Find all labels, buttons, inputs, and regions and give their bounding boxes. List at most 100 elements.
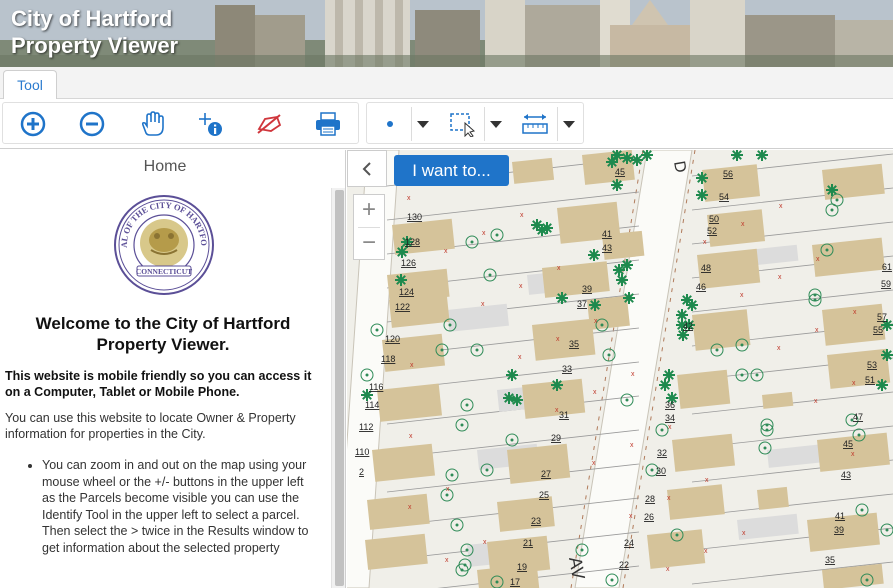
- boundary-mark: x: [518, 354, 522, 361]
- boundary-mark: x: [593, 389, 597, 396]
- boundary-mark: x: [668, 424, 672, 431]
- boundary-mark: x: [446, 486, 450, 493]
- marker-icon: [495, 233, 499, 237]
- marker-icon: [740, 373, 744, 377]
- boundary-mark: x: [814, 398, 818, 405]
- rectangle-select-button[interactable]: [444, 107, 480, 141]
- intro-bold-text: This website is mobile friendly so you c…: [5, 369, 312, 399]
- chevron-left-icon: [362, 161, 371, 176]
- marker-icon: [610, 578, 614, 582]
- city-seal-logo: SEAL OF THE CITY OF HARTFORD CONNECTICUT: [113, 194, 214, 295]
- marker-icon: [455, 523, 459, 527]
- parcel-number-label: 36: [665, 400, 675, 410]
- parcel-number-label: 50: [709, 214, 719, 224]
- point-select-button[interactable]: [372, 107, 408, 141]
- boundary-mark: x: [777, 345, 781, 352]
- parcel-number-label: 112: [359, 422, 373, 432]
- boundary-mark: x: [667, 495, 671, 502]
- parcel-number-label: 34: [665, 413, 675, 423]
- parcel-number-label: 45: [615, 167, 625, 177]
- toolbar-group-selection: [366, 102, 584, 144]
- building: [366, 493, 430, 530]
- parcel-number-label: 21: [523, 538, 533, 548]
- boundary-mark: x: [703, 239, 707, 246]
- intro-text: You can use this website to locate Owner…: [5, 411, 296, 441]
- map-view[interactable]: xxxxxxxxxxxxxxxxxxxxxxxxxxxxxxxxxxxxxxxx…: [347, 150, 893, 588]
- parcel-number-label: 33: [562, 364, 572, 374]
- marker-icon: [650, 468, 654, 472]
- marker-icon: [763, 446, 767, 450]
- boundary-mark: x: [483, 539, 487, 546]
- measure-icon: [522, 114, 548, 134]
- boundary-mark: x: [778, 274, 782, 281]
- boundary-mark: x: [410, 362, 414, 369]
- building: [757, 486, 789, 510]
- parcel-number-label: 31: [559, 410, 569, 420]
- parcel-number-label: 56: [723, 169, 733, 179]
- chevron-down-icon: [562, 121, 575, 128]
- parcel-number-label: 23: [531, 516, 541, 526]
- zoom-out-button[interactable]: [74, 107, 110, 141]
- marker-icon: [440, 348, 444, 352]
- marker-icon: [835, 198, 839, 202]
- zoom-in-button[interactable]: [15, 107, 51, 141]
- building: [532, 318, 596, 361]
- scrollbar-thumb[interactable]: [335, 190, 344, 586]
- zoom-in-icon: [20, 111, 46, 137]
- print-button[interactable]: [310, 107, 346, 141]
- marker-icon: [448, 323, 452, 327]
- point-select-dropdown-button[interactable]: [411, 107, 433, 141]
- list-item: You can zoom in and out on the map using…: [42, 457, 317, 556]
- building: [507, 443, 571, 484]
- rectangle-select-dropdown-button[interactable]: [484, 107, 506, 141]
- parcel-number-label: 59: [881, 279, 891, 289]
- boundary-mark: x: [853, 309, 857, 316]
- marker-icon: [465, 548, 469, 552]
- i-want-to-button[interactable]: I want to...: [394, 155, 509, 186]
- building: [377, 383, 443, 422]
- measure-button[interactable]: [517, 107, 553, 141]
- parcel-number-label: 46: [696, 282, 706, 292]
- map-zoom-in-button[interactable]: +: [354, 195, 384, 227]
- boundary-mark: x: [519, 283, 523, 290]
- boundary-mark: x: [741, 221, 745, 228]
- app-title: City of Hartford Property Viewer: [11, 5, 178, 59]
- parcel-number-label: 118: [381, 354, 395, 364]
- building: [372, 443, 436, 482]
- clear-graphics-button[interactable]: [251, 107, 287, 141]
- home-panel: Home SEAL OF THE CITY OF HARTFORD CONNEC…: [0, 150, 346, 588]
- pan-button[interactable]: [133, 107, 169, 141]
- building: [512, 157, 555, 184]
- boundary-mark: x: [742, 530, 746, 537]
- boundary-mark: x: [408, 504, 412, 511]
- parcel-number-label: 51: [865, 375, 875, 385]
- map-zoom-out-button[interactable]: −: [354, 228, 384, 260]
- boundary-mark: x: [482, 230, 486, 237]
- parcel-number-label: 19: [517, 562, 527, 572]
- measure-dropdown-button[interactable]: [557, 107, 579, 141]
- boundary-mark: x: [556, 336, 560, 343]
- parcel-number-label: 55: [873, 325, 883, 335]
- marker-icon: [825, 248, 829, 252]
- toolbar-group-navigation: [2, 102, 359, 144]
- parcel-number-label: 43: [841, 470, 851, 480]
- marker-icon: [488, 273, 492, 277]
- panel-heading: Home: [143, 158, 187, 175]
- parcel-number-label: 39: [582, 284, 592, 294]
- boundary-mark: x: [816, 256, 820, 263]
- marker-icon: [475, 348, 479, 352]
- parcel-number-label: 57: [877, 312, 887, 322]
- parcel-number-label: 17: [510, 577, 520, 587]
- marker-icon: [625, 398, 629, 402]
- welcome-heading: Welcome to the City of Hartford Property…: [35, 314, 291, 354]
- parcel-map[interactable]: xxxxxxxxxxxxxxxxxxxxxxxxxxxxxxxxxxxxxxxx…: [347, 150, 893, 588]
- map-zoom-control: + −: [353, 194, 385, 260]
- boundary-mark: x: [629, 513, 633, 520]
- tab-tool[interactable]: Tool: [3, 70, 57, 100]
- panel-scrollbar[interactable]: [331, 188, 345, 588]
- collapse-panel-button[interactable]: [347, 150, 387, 187]
- identify-button[interactable]: [192, 107, 228, 141]
- parcel-number-label: 35: [825, 555, 835, 565]
- parcel-number-label: 42: [683, 321, 693, 331]
- parcel-number-label: 39: [834, 525, 844, 535]
